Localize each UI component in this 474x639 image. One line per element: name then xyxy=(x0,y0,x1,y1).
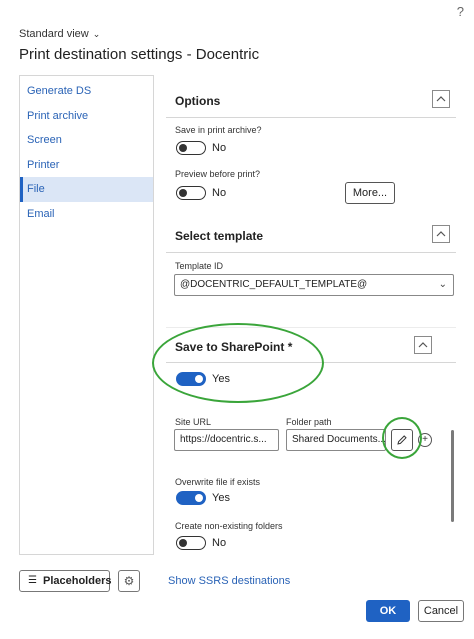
cancel-button[interactable]: Cancel xyxy=(418,600,464,622)
template-id-label: Template ID xyxy=(175,261,224,271)
save-in-print-archive-label: Save in print archive? xyxy=(175,125,262,135)
template-id-select[interactable]: @DOCENTRIC_DEFAULT_TEMPLATE@ ⌄ xyxy=(174,274,454,296)
folder-path-input[interactable]: Shared Documents... xyxy=(286,429,386,451)
destination-sidebar: Generate DS Print archive Screen Printer… xyxy=(19,75,154,555)
save-in-print-archive-toggle[interactable] xyxy=(176,141,206,155)
chevron-up-icon xyxy=(436,96,446,102)
annotation-ellipse-edit xyxy=(382,417,422,459)
settings-panel: Options Save in print archive? No Previe… xyxy=(166,75,456,555)
sidebar-item-printer[interactable]: Printer xyxy=(20,153,153,178)
page-title: Print destination settings - Docentric xyxy=(19,46,260,63)
list-icon: ☰ xyxy=(28,575,37,586)
chevron-up-icon xyxy=(418,342,428,348)
view-selector[interactable]: Standard view ⌄ xyxy=(19,28,100,40)
create-folders-label: Create non-existing folders xyxy=(175,521,283,531)
select-template-title: Select template xyxy=(175,229,264,243)
ok-button[interactable]: OK xyxy=(366,600,410,622)
help-icon[interactable]: ? xyxy=(457,4,464,19)
chevron-down-icon: ⌄ xyxy=(438,279,447,290)
collapse-options-button[interactable] xyxy=(432,90,450,108)
options-section-header[interactable]: Options xyxy=(166,82,456,118)
collapse-template-button[interactable] xyxy=(432,225,450,243)
site-url-value: https://docentric.s... xyxy=(180,434,267,445)
preview-before-print-label: Preview before print? xyxy=(175,169,261,179)
folder-path-value: Shared Documents... xyxy=(292,434,386,445)
placeholders-label: Placeholders xyxy=(43,575,112,587)
more-button[interactable]: More... xyxy=(345,182,395,204)
collapse-sharepoint-button[interactable] xyxy=(414,336,432,354)
overwrite-file-toggle[interactable] xyxy=(176,491,206,505)
view-label: Standard view xyxy=(19,28,89,40)
options-title: Options xyxy=(175,94,221,108)
settings-gear-button[interactable]: ⚙ xyxy=(118,570,140,592)
toggle-knob xyxy=(179,144,187,152)
chevron-up-icon xyxy=(436,231,446,237)
toggle-knob xyxy=(179,189,187,197)
sidebar-item-screen[interactable]: Screen xyxy=(20,128,153,153)
annotation-ellipse-sharepoint xyxy=(152,323,324,403)
panel-scrollbar[interactable] xyxy=(451,430,454,522)
preview-before-print-value: No xyxy=(212,187,227,199)
create-folders-toggle[interactable] xyxy=(176,536,206,550)
sidebar-item-print-archive[interactable]: Print archive xyxy=(20,104,153,129)
preview-before-print-toggle[interactable] xyxy=(176,186,206,200)
chevron-down-icon: ⌄ xyxy=(92,29,101,39)
sidebar-item-generate-ds[interactable]: Generate DS xyxy=(20,79,153,104)
template-id-value: @DOCENTRIC_DEFAULT_TEMPLATE@ xyxy=(180,279,368,290)
gear-icon: ⚙ xyxy=(123,574,135,588)
create-folders-value: No xyxy=(212,537,227,549)
show-ssrs-destinations-link[interactable]: Show SSRS destinations xyxy=(168,575,290,587)
placeholders-button[interactable]: ☰ Placeholders xyxy=(19,570,112,592)
toggle-knob xyxy=(195,494,203,502)
overwrite-file-value: Yes xyxy=(212,492,230,504)
sidebar-item-file[interactable]: File xyxy=(20,177,153,202)
site-url-label: Site URL xyxy=(175,417,212,427)
save-in-print-archive-value: No xyxy=(212,142,227,154)
toggle-knob xyxy=(179,539,187,547)
folder-path-label: Folder path xyxy=(286,417,332,427)
sidebar-item-email[interactable]: Email xyxy=(20,202,153,227)
overwrite-file-label: Overwrite file if exists xyxy=(175,477,261,487)
site-url-input[interactable]: https://docentric.s... xyxy=(174,429,279,451)
select-template-section-header[interactable]: Select template xyxy=(166,217,456,253)
